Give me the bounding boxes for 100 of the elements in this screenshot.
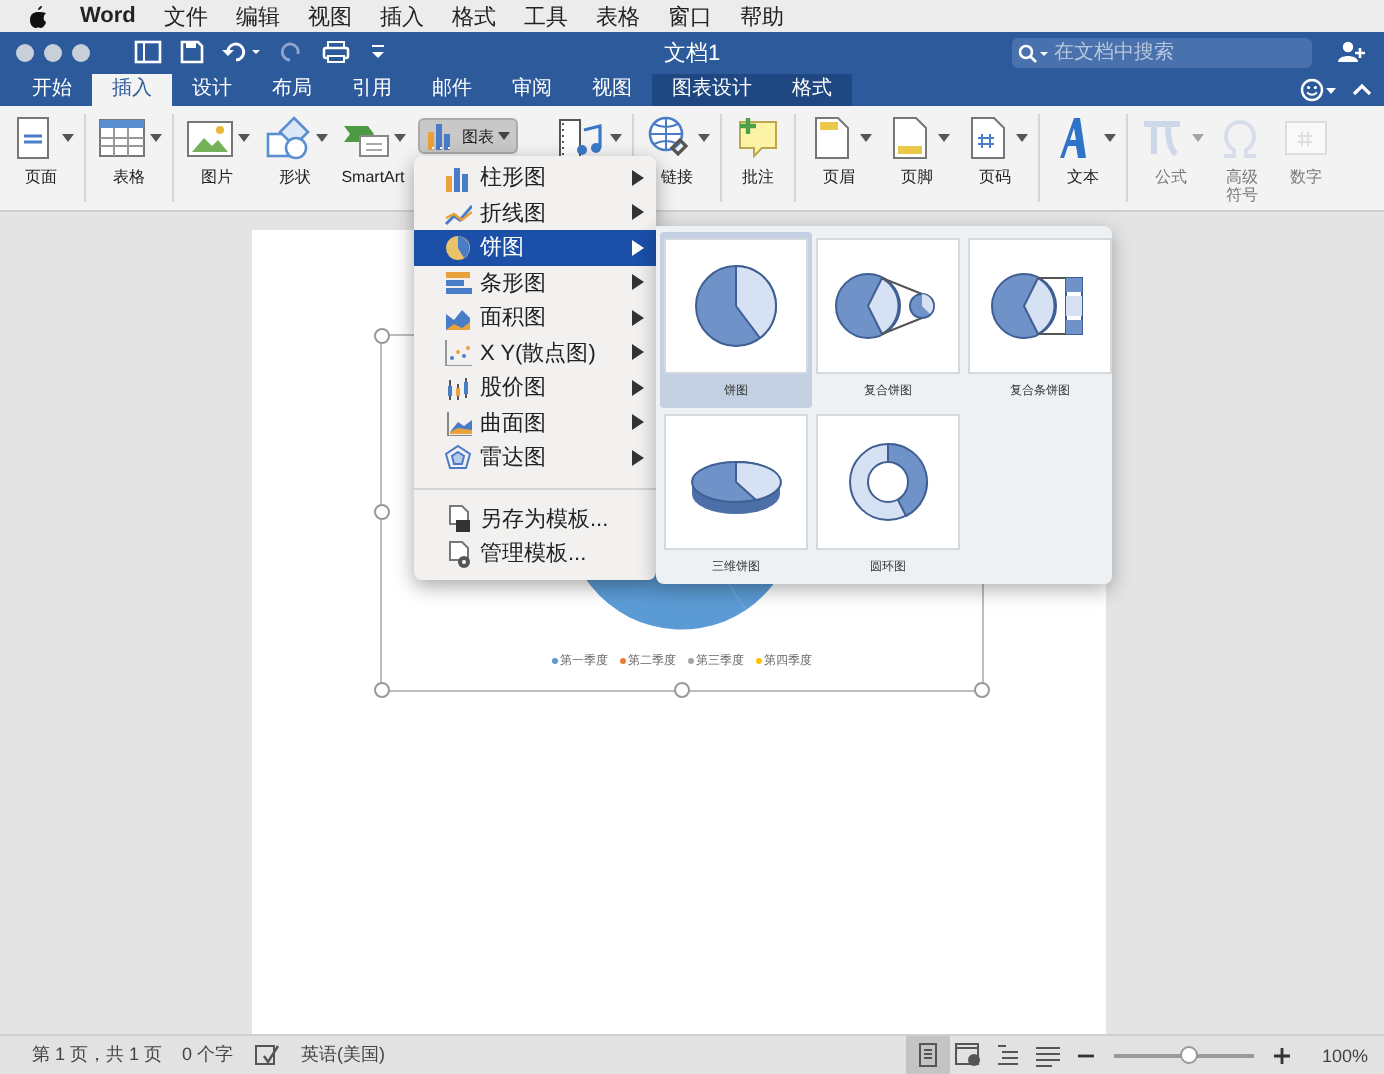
submenu-arrow-icon — [632, 414, 644, 431]
menu-item[interactable]: 编辑 — [235, 1, 280, 31]
submenu-arrow-icon — [632, 344, 644, 361]
sidebar-icon[interactable] — [134, 40, 162, 64]
stock-chart-icon — [444, 373, 472, 402]
caret-icon — [62, 134, 74, 142]
ribbon-button[interactable]: 页面 — [2, 114, 86, 202]
shapes-icon — [262, 114, 314, 162]
ribbon-tab[interactable]: 插入 — [92, 74, 172, 106]
table-icon — [96, 114, 148, 162]
ribbon-tab[interactable]: 邮件 — [412, 74, 492, 106]
ribbon-button[interactable]: 形状 — [256, 114, 334, 186]
bar-chart-icon — [444, 268, 472, 297]
submenu-arrow-icon — [632, 309, 644, 326]
menu-item[interactable]: 条形图 — [414, 265, 656, 300]
radar-chart-icon — [444, 443, 472, 472]
outline-view-icon — [993, 1042, 1022, 1068]
resize-handle[interactable] — [374, 504, 390, 520]
submenu-arrow-icon — [632, 239, 644, 256]
submenu-arrow-icon — [632, 379, 644, 396]
proofing-icon[interactable] — [253, 1043, 282, 1067]
pie-3d-chart-icon — [664, 414, 808, 550]
ribbon-button[interactable]: 批注 — [726, 114, 796, 202]
scatter-chart-icon — [444, 338, 472, 367]
chart-button[interactable]: 图表 — [418, 118, 518, 154]
donut-chart-icon — [816, 414, 960, 550]
ribbon-button[interactable]: 页码 — [956, 114, 1040, 202]
print-view-icon — [913, 1042, 942, 1068]
menu-item[interactable]: 雷达图 — [414, 440, 656, 475]
ribbon-tab[interactable]: 设计 — [172, 74, 252, 106]
resize-handle[interactable] — [374, 682, 390, 698]
ribbon-button[interactable]: SmartArt — [334, 114, 412, 186]
bar-of-pie-chart-icon — [968, 238, 1112, 374]
surface-chart-icon — [444, 408, 472, 437]
ribbon-tab[interactable]: 布局 — [252, 74, 332, 106]
apple-logo-icon[interactable] — [28, 4, 48, 28]
menu-item[interactable]: X Y(散点图) — [414, 335, 656, 370]
pie-chart-icon — [444, 233, 472, 262]
ribbon-tab[interactable]: 引用 — [332, 74, 412, 106]
resize-handle[interactable] — [674, 682, 690, 698]
resize-handle[interactable] — [974, 682, 990, 698]
menu-item[interactable]: 另存为模板... — [414, 501, 656, 536]
ribbon-button[interactable]: 图片 — [178, 114, 256, 186]
caret-icon — [938, 134, 950, 142]
menu-item[interactable]: 管理模板... — [414, 536, 656, 571]
search-field[interactable]: 在文档中搜索 — [1012, 37, 1312, 67]
save-icon[interactable] — [180, 40, 204, 64]
ribbon-tab[interactable]: 视图 — [572, 74, 652, 106]
menu-item[interactable]: 表格 — [595, 1, 640, 31]
app-menu[interactable]: Word — [80, 4, 136, 28]
template-save-icon — [444, 504, 472, 533]
print-view-button[interactable] — [905, 1036, 950, 1074]
submenu-arrow-icon — [632, 274, 644, 291]
zoom-percentage: 100% — [1321, 1045, 1368, 1065]
caret-icon — [394, 134, 406, 142]
ribbon-tab[interactable]: 格式 — [772, 74, 852, 106]
ribbon-button[interactable]: 表格 — [90, 114, 174, 202]
zoom-in-icon[interactable] — [1273, 1047, 1290, 1063]
menu-item[interactable]: 视图 — [307, 1, 352, 31]
undo-icon[interactable] — [222, 40, 262, 64]
language-label[interactable]: 英语(美国) — [301, 1042, 386, 1068]
ribbon-tab[interactable]: 开始 — [12, 74, 92, 106]
menu-item[interactable]: 插入 — [379, 1, 424, 31]
submenu-arrow-icon — [632, 449, 644, 466]
ribbon-tab[interactable]: 审阅 — [492, 74, 572, 106]
redo-icon[interactable] — [280, 40, 304, 64]
printer-icon[interactable] — [322, 40, 350, 64]
pie-of-pie-chart-icon — [816, 238, 960, 374]
draft-view-icon — [1033, 1042, 1062, 1068]
share-person-icon[interactable] — [1336, 40, 1368, 64]
ribbon-button[interactable]: 文本 — [1044, 114, 1128, 202]
resize-handle[interactable] — [374, 328, 390, 344]
page-count: 第 1 页，共 1 页 — [32, 1042, 163, 1068]
ribbon-tab[interactable]: 图表设计 — [652, 74, 772, 106]
menu-item[interactable]: 曲面图 — [414, 405, 656, 440]
caret-icon — [1104, 134, 1116, 142]
menu-item[interactable]: 格式 — [451, 1, 496, 31]
caret-icon — [150, 134, 162, 142]
template-manage-icon — [444, 539, 472, 568]
menu-item[interactable]: 面积图 — [414, 300, 656, 335]
media-icon — [556, 114, 608, 162]
caret-icon — [498, 132, 510, 140]
caret-icon — [238, 134, 250, 142]
caret-icon — [860, 134, 872, 142]
web-view-icon — [953, 1042, 982, 1068]
search-icon — [1018, 43, 1050, 63]
caret-icon — [1192, 134, 1204, 142]
caret-icon — [698, 134, 710, 142]
menu-item[interactable]: 股价图 — [414, 370, 656, 405]
menu-item[interactable]: 窗口 — [667, 1, 712, 31]
menu-item[interactable]: 工具 — [523, 1, 568, 31]
menu-item[interactable]: 饼图 — [414, 230, 656, 265]
ribbon-button[interactable]: 页脚 — [878, 114, 956, 186]
pie-chart-icon — [664, 238, 808, 374]
submenu-arrow-icon — [632, 169, 644, 186]
menu-item[interactable]: 文件 — [163, 1, 208, 31]
smiley-icon[interactable] — [1300, 78, 1340, 102]
ribbon-button[interactable]: 页眉 — [800, 114, 878, 186]
menu-item[interactable]: 帮助 — [739, 1, 784, 31]
customize-caret-icon[interactable] — [368, 40, 388, 64]
